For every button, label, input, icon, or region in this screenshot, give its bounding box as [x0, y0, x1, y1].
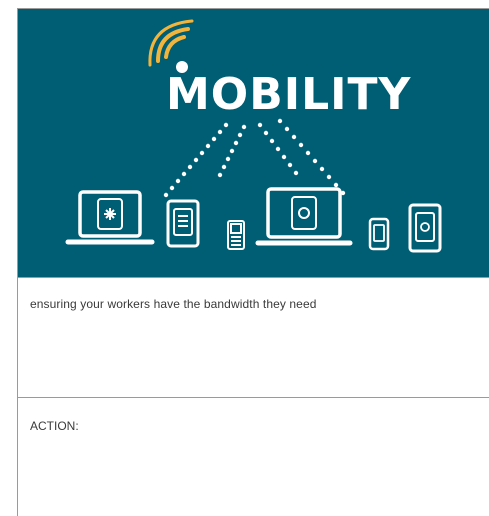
phone-icon [227, 220, 245, 250]
laptop-icon [65, 190, 155, 245]
tablet-icon [166, 199, 200, 248]
connection-dots [163, 118, 346, 198]
phone-icon [368, 217, 390, 251]
mobility-logo: MOBILITY [166, 61, 412, 120]
laptop-icon [255, 187, 353, 246]
section-divider [17, 397, 489, 398]
logo-text: MOBILITY [166, 69, 412, 120]
wifi-signal-icon [148, 19, 194, 67]
action-label: ACTION: [30, 419, 79, 433]
mobility-hero-image: MOBILITY [18, 9, 489, 277]
section-divider [17, 277, 489, 278]
caption-text: ensuring your workers have the bandwidth… [30, 297, 317, 311]
tablet-icon [408, 203, 442, 253]
